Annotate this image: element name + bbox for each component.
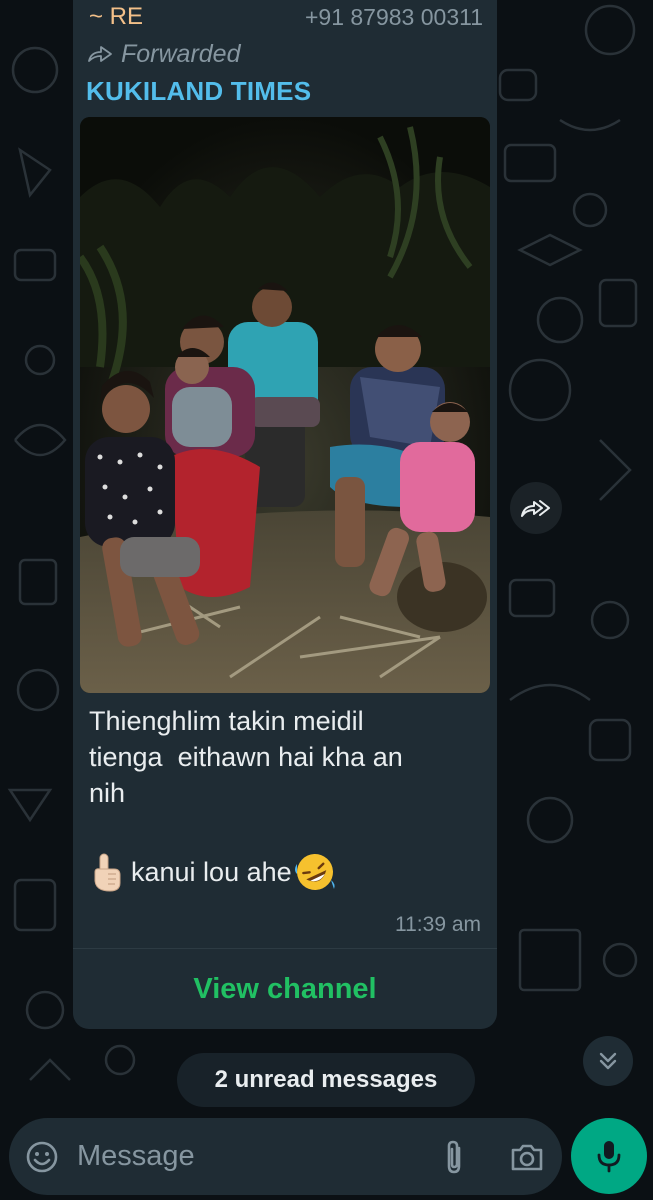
forwarded-label: Forwarded: [121, 39, 241, 68]
channel-name[interactable]: KUKILAND TIMES: [86, 76, 311, 107]
bubble-divider: [73, 948, 497, 949]
scroll-to-bottom-button[interactable]: [583, 1036, 633, 1086]
sender-row: ~ RE +91 87983 00311: [89, 0, 483, 34]
message-caption: Thienghlim takin meidil tienga eithawn h…: [89, 706, 403, 808]
forwarded-message-bubble[interactable]: ~ RE +91 87983 00311 Forwarded KUKILAND …: [73, 0, 497, 1029]
double-chevron-down-icon: [599, 1052, 617, 1070]
message-composer: [9, 1118, 562, 1195]
microphone-icon: [597, 1141, 621, 1173]
photo-group-in-forest: [80, 117, 490, 693]
view-channel-button[interactable]: View channel: [73, 950, 497, 1028]
camera-icon[interactable]: [509, 1141, 545, 1173]
microphone-button[interactable]: [571, 1118, 647, 1194]
forwarded-indicator: Forwarded: [87, 38, 241, 70]
caption-line-emoji: kanui lou ahe: [89, 852, 337, 892]
sender-name[interactable]: ~ RE: [89, 3, 143, 31]
paperclip-icon[interactable]: [441, 1138, 467, 1176]
unread-messages-badge: 2 unread messages: [177, 1053, 475, 1107]
index-pointing-up-emoji: [94, 853, 121, 892]
emoji-smiley-icon[interactable]: [25, 1140, 59, 1174]
share-forward-icon: [521, 500, 550, 517]
message-timestamp: 11:39 am: [395, 913, 481, 936]
sender-phone: +91 87983 00311: [304, 3, 483, 30]
rolling-on-floor-laughing-emoji: [294, 854, 335, 890]
caption-line-text: kanui lou ahe: [131, 856, 292, 887]
share-forward-button[interactable]: [510, 482, 562, 534]
forward-arrow-icon: [88, 46, 112, 62]
message-input[interactable]: [77, 1118, 417, 1195]
message-photo[interactable]: [80, 117, 490, 693]
